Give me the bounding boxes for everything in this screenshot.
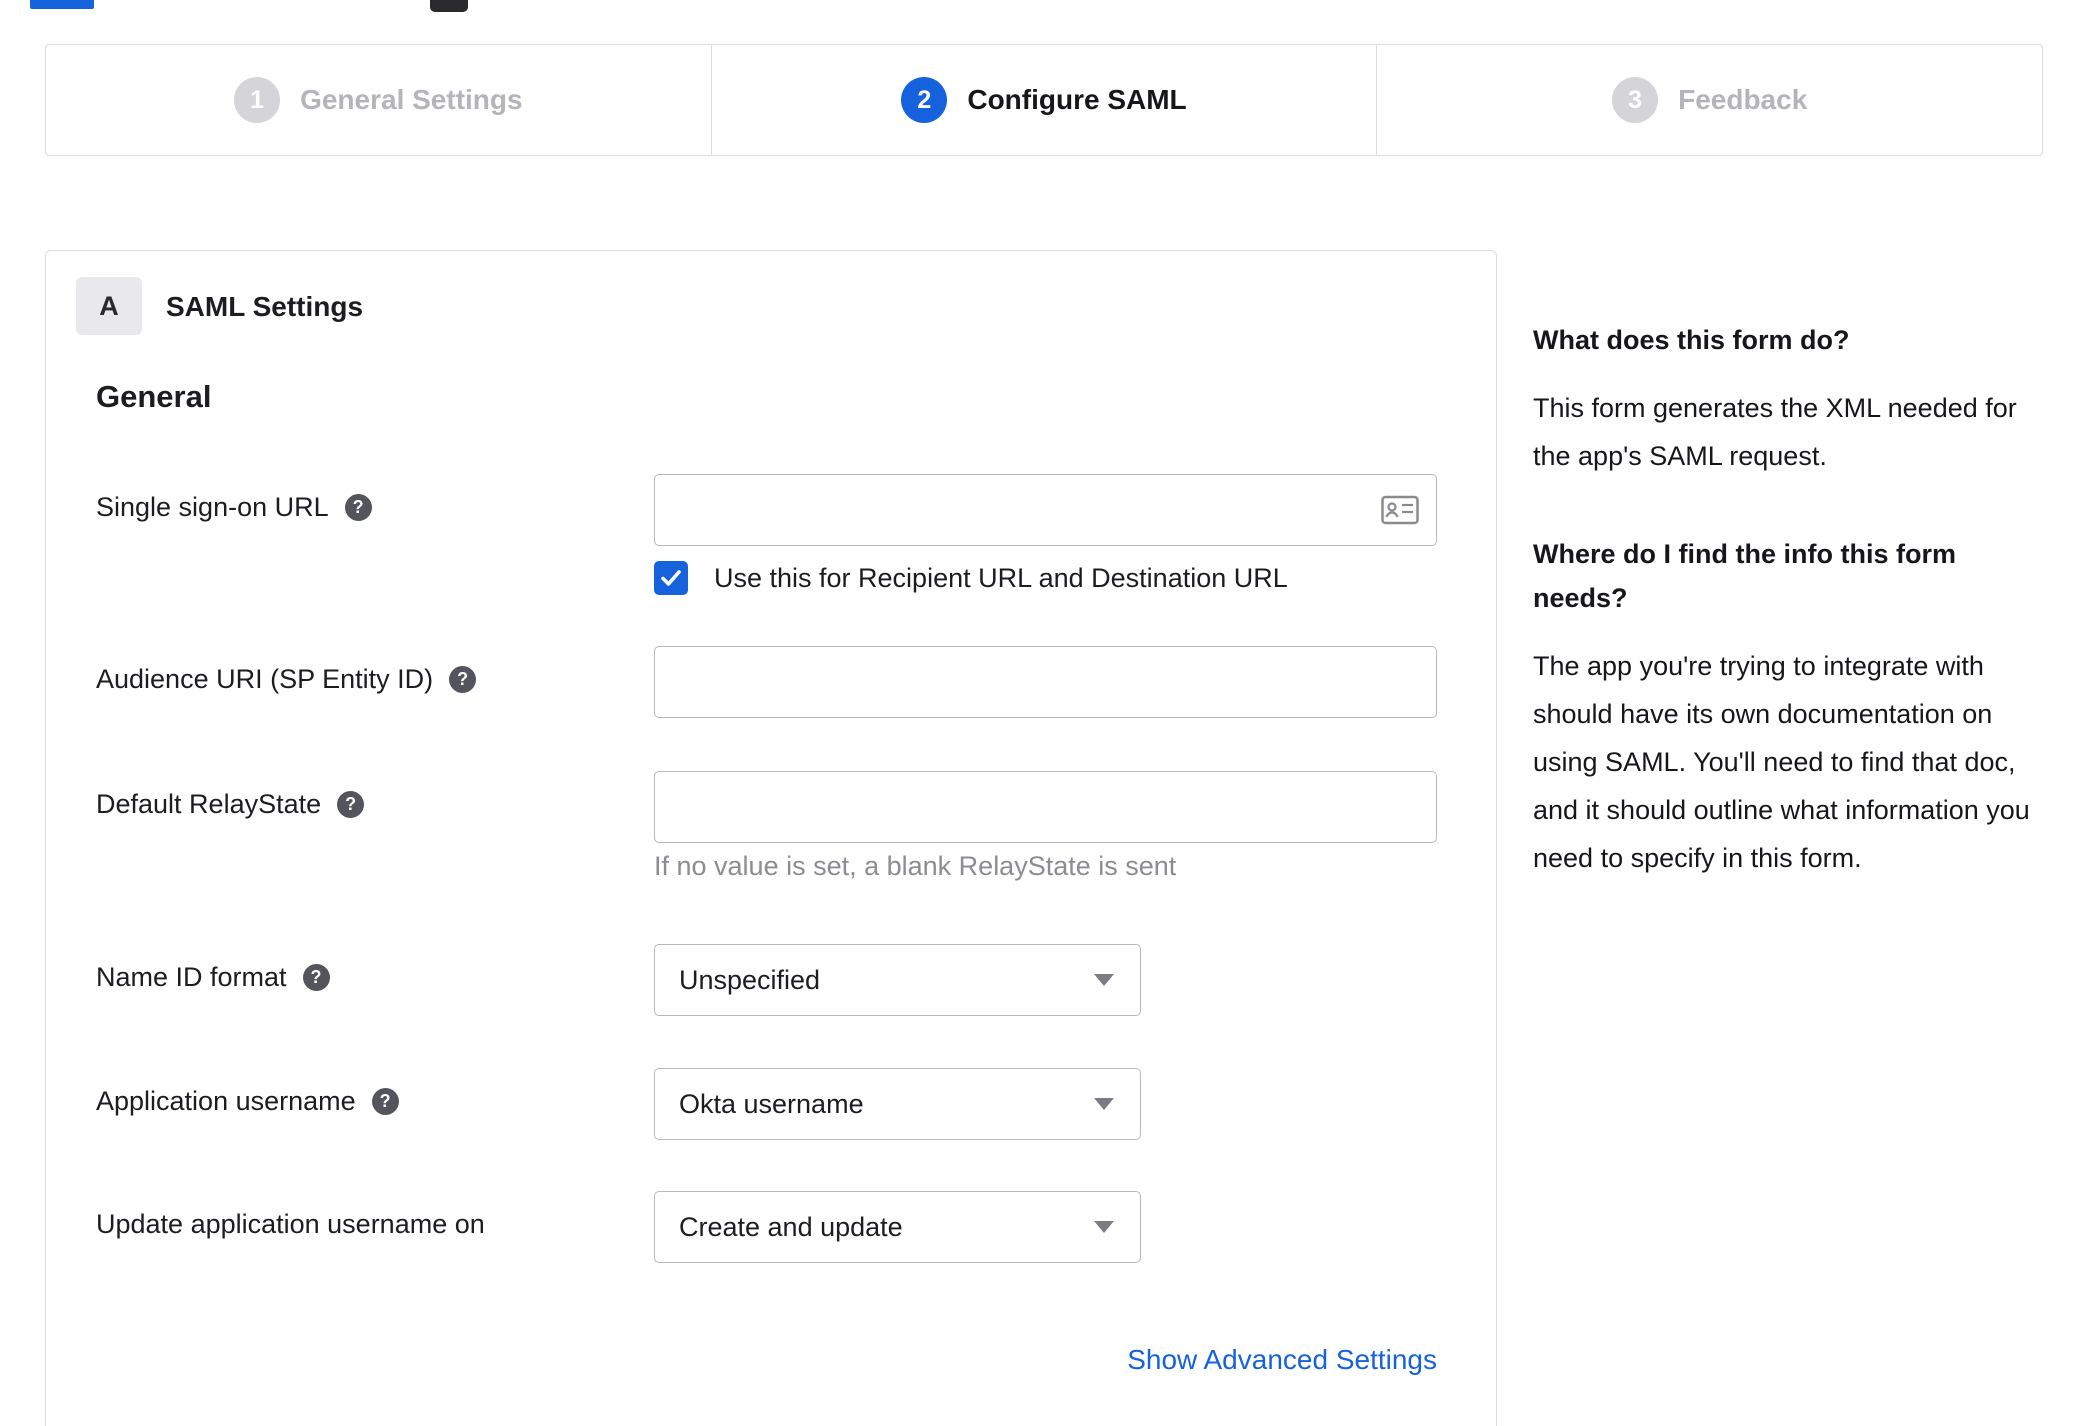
sso-url-label-text: Single sign-on URL bbox=[96, 492, 329, 522]
section-a-badge: A bbox=[76, 277, 142, 335]
audience-uri-label-text: Audience URI (SP Entity ID) bbox=[96, 664, 434, 694]
okta-configure-saml-page: 1 General Settings 2 Configure SAML 3 Fe… bbox=[0, 0, 2092, 1426]
step-number-badge: 1 bbox=[234, 77, 281, 123]
caret-down-icon bbox=[1094, 974, 1114, 986]
update-username-select[interactable]: Create and update bbox=[654, 1191, 1141, 1263]
update-username-value: Create and update bbox=[679, 1211, 903, 1242]
caret-down-icon bbox=[1094, 1221, 1114, 1233]
saml-settings-card: A SAML Settings General Single sign-on U… bbox=[45, 250, 1497, 1426]
application-username-label: Application username ? bbox=[96, 1086, 399, 1117]
step-label: Configure SAML bbox=[967, 84, 1187, 115]
application-username-label-text: Application username bbox=[96, 1086, 356, 1116]
relay-state-field-wrap bbox=[654, 771, 1437, 843]
step-general-settings[interactable]: 1 General Settings bbox=[46, 45, 711, 155]
recipient-url-checkbox-label: Use this for Recipient URL and Destinati… bbox=[714, 562, 1288, 593]
application-username-value: Okta username bbox=[679, 1088, 864, 1119]
wizard-stepper: 1 General Settings 2 Configure SAML 3 Fe… bbox=[45, 44, 2043, 156]
application-username-select[interactable]: Okta username bbox=[654, 1068, 1141, 1140]
name-id-format-value: Unspecified bbox=[679, 964, 821, 995]
cropped-header-fragment bbox=[30, 0, 94, 9]
name-id-format-label-text: Name ID format bbox=[96, 962, 287, 992]
recipient-url-checkbox-row: Use this for Recipient URL and Destinati… bbox=[654, 561, 1288, 595]
help-answer-2: The app you're trying to integrate with … bbox=[1533, 651, 2030, 873]
help-question-1: What does this form do? bbox=[1533, 325, 1850, 355]
section-title: SAML Settings bbox=[166, 291, 364, 322]
help-icon[interactable]: ? bbox=[337, 791, 365, 818]
relay-state-label: Default RelayState ? bbox=[96, 789, 365, 820]
relay-state-input[interactable] bbox=[654, 771, 1437, 843]
help-question-2: Where do I find the info this form needs… bbox=[1533, 539, 1956, 613]
audience-uri-field-wrap bbox=[654, 646, 1437, 718]
step-feedback[interactable]: 3 Feedback bbox=[1376, 45, 2042, 155]
update-username-label-text: Update application username on bbox=[96, 1209, 485, 1239]
help-icon[interactable]: ? bbox=[344, 494, 372, 521]
general-group-title: General bbox=[96, 379, 212, 414]
audience-uri-label: Audience URI (SP Entity ID) ? bbox=[96, 664, 477, 695]
recipient-url-checkbox[interactable] bbox=[654, 561, 688, 595]
relay-state-label-text: Default RelayState bbox=[96, 789, 322, 819]
update-username-label: Update application username on bbox=[96, 1209, 485, 1240]
step-number-badge: 2 bbox=[901, 77, 948, 123]
help-icon[interactable]: ? bbox=[302, 964, 330, 991]
step-number-badge: 3 bbox=[1612, 77, 1659, 123]
help-sidebar: What does this form do? This form genera… bbox=[1533, 318, 2049, 934]
cropped-header-icon-fragment bbox=[430, 0, 468, 12]
sso-url-field-wrap bbox=[654, 474, 1437, 546]
sso-url-label: Single sign-on URL ? bbox=[96, 492, 372, 523]
step-configure-saml[interactable]: 2 Configure SAML bbox=[710, 45, 1377, 155]
step-label: General Settings bbox=[300, 84, 523, 115]
name-id-format-label: Name ID format ? bbox=[96, 962, 330, 993]
relay-state-hint: If no value is set, a blank RelayState i… bbox=[654, 851, 1177, 881]
audience-uri-input[interactable] bbox=[654, 646, 1437, 718]
show-advanced-settings-link[interactable]: Show Advanced Settings bbox=[654, 1344, 1437, 1376]
help-answer-1: This form generates the XML needed for t… bbox=[1533, 393, 2017, 471]
step-label: Feedback bbox=[1678, 84, 1808, 115]
contact-card-icon bbox=[1381, 495, 1419, 525]
help-icon[interactable]: ? bbox=[449, 666, 477, 693]
caret-down-icon bbox=[1094, 1098, 1114, 1110]
sso-url-input[interactable] bbox=[654, 474, 1437, 546]
help-icon[interactable]: ? bbox=[371, 1088, 399, 1115]
name-id-format-select[interactable]: Unspecified bbox=[654, 944, 1141, 1016]
